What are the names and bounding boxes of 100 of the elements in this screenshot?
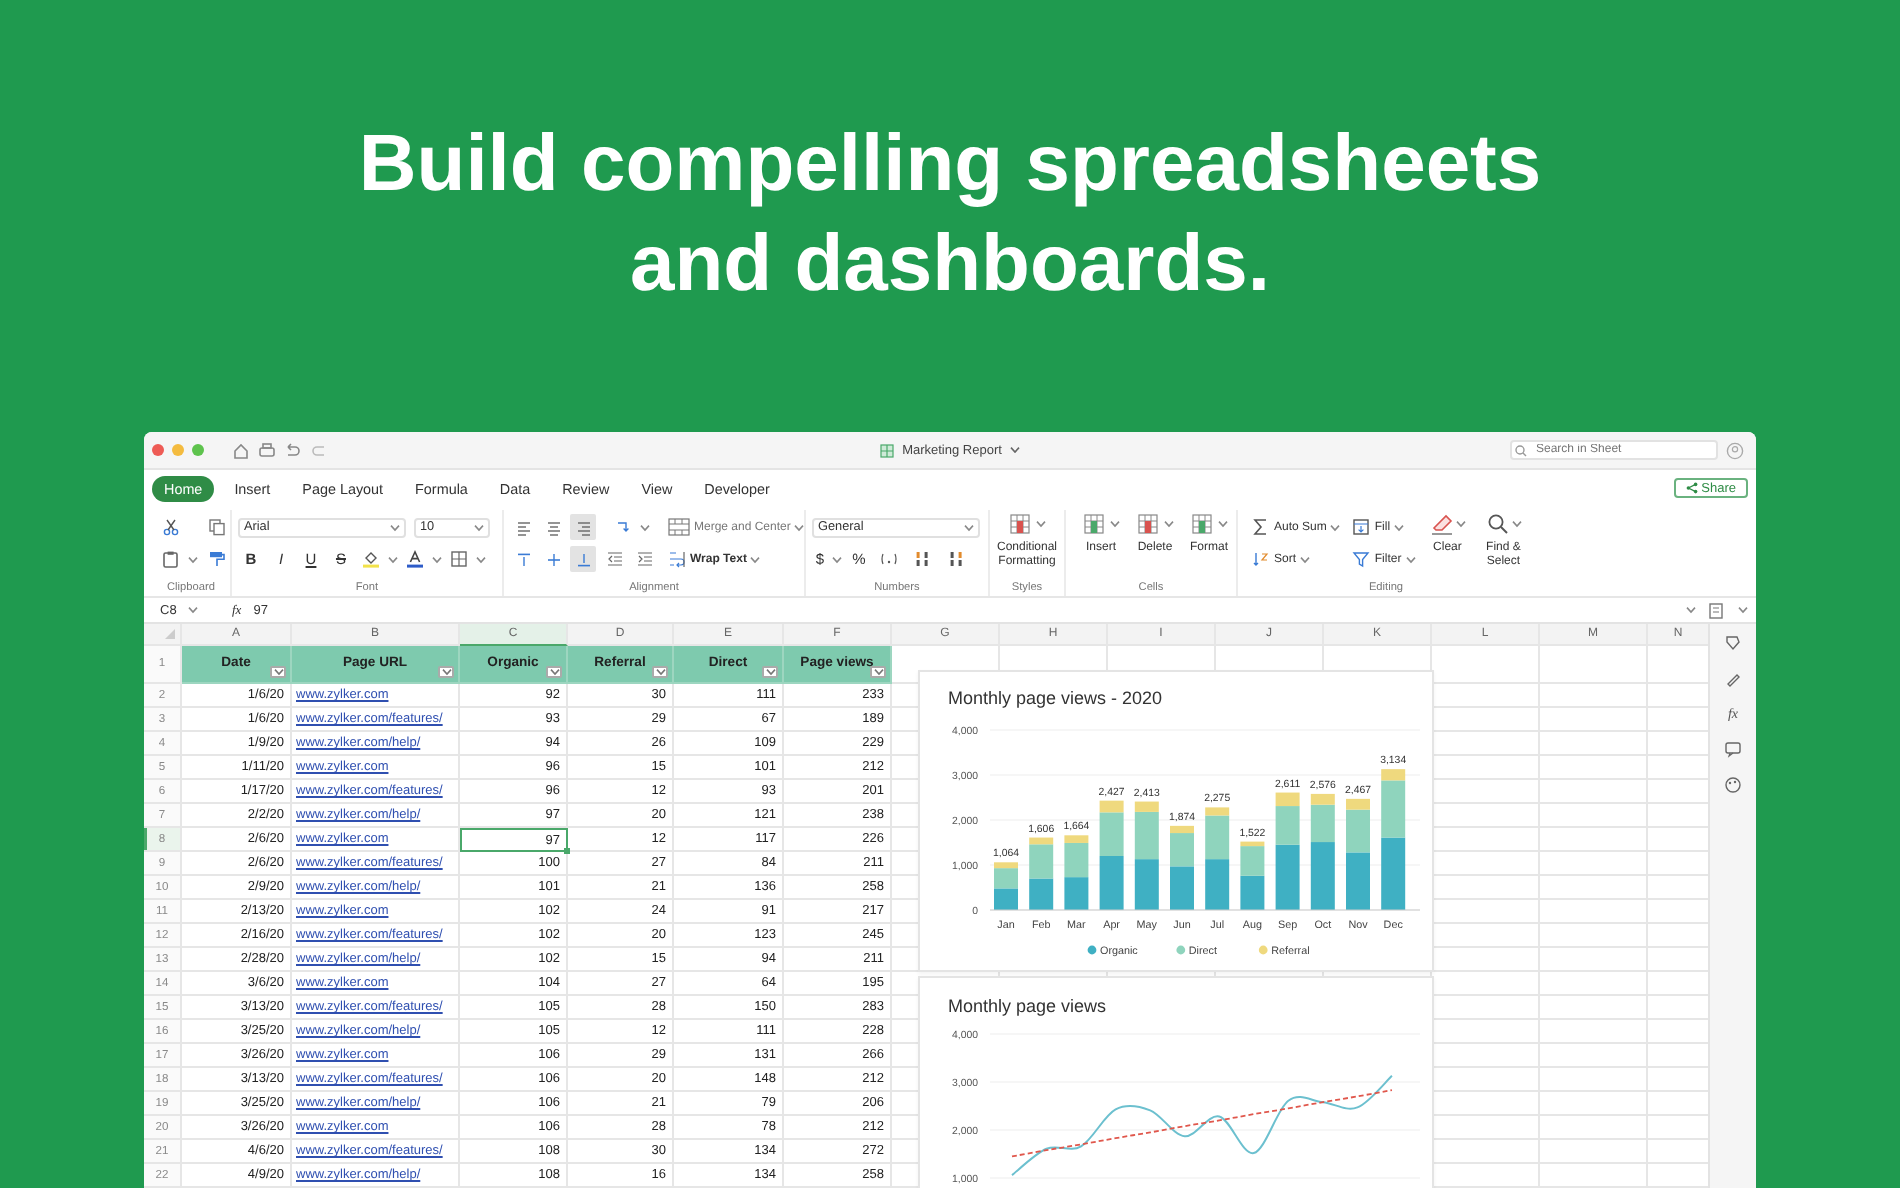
caret-icon[interactable] [1109, 520, 1119, 528]
chart-title: Monthly page views [948, 996, 1107, 1016]
align-bottom-button[interactable] [570, 546, 596, 572]
caret-icon[interactable] [964, 523, 974, 531]
empty-cell[interactable] [1540, 876, 1648, 900]
empty-cell[interactable] [1540, 780, 1648, 804]
chart-bar [1064, 877, 1089, 910]
format-painter-icon [208, 550, 226, 568]
empty-cell[interactable] [1540, 828, 1648, 852]
filter-button[interactable] [438, 666, 454, 678]
align-bottom-icon [575, 551, 591, 567]
empty-cell[interactable] [1540, 852, 1648, 876]
caret-icon[interactable] [474, 523, 484, 531]
empty-cell[interactable] [1540, 924, 1648, 948]
eraser-icon [1429, 512, 1454, 536]
paint-brush-icon[interactable] [1724, 670, 1743, 688]
caret-icon[interactable] [1163, 520, 1173, 528]
sheet-options-icon[interactable] [1708, 601, 1726, 619]
empty-cell[interactable] [1540, 948, 1648, 972]
caret-icon[interactable] [1035, 520, 1045, 528]
empty-cell[interactable] [1540, 1020, 1648, 1044]
filter-button[interactable] [762, 666, 778, 678]
chart-title: Monthly page views - 2020 [948, 688, 1163, 708]
empty-cell[interactable] [1540, 1068, 1648, 1092]
align-right-icon [575, 519, 591, 535]
select-all-icon[interactable] [164, 628, 176, 640]
empty-cell[interactable] [1540, 1092, 1648, 1116]
filter-button[interactable] [546, 666, 562, 678]
redo-icon[interactable] [310, 441, 328, 459]
fill-handle[interactable] [564, 848, 570, 854]
minimize-button[interactable] [172, 444, 184, 456]
copy-button[interactable] [204, 514, 230, 540]
undo-icon[interactable] [284, 441, 302, 459]
caret-icon[interactable] [794, 523, 805, 531]
empty-cell[interactable] [1540, 972, 1648, 996]
decrease-indent-icon [606, 550, 624, 568]
caret-icon[interactable] [388, 555, 398, 563]
rotate-arrow-icon [614, 518, 632, 536]
caret-icon[interactable] [390, 523, 400, 531]
filter-button[interactable] [270, 666, 286, 678]
caret-icon[interactable] [750, 555, 761, 563]
increase-indent-icon [636, 550, 654, 568]
caret-icon[interactable] [1455, 520, 1466, 528]
user-icon[interactable] [1726, 441, 1744, 459]
caret-icon[interactable] [1686, 606, 1696, 614]
caret-icon[interactable] [1217, 520, 1227, 528]
caret-icon[interactable] [1738, 606, 1748, 614]
caret-icon[interactable] [832, 555, 842, 563]
paste-button[interactable] [158, 546, 184, 572]
legend-marker [1087, 945, 1097, 955]
chart-bar [1170, 866, 1194, 910]
font-color-icon [406, 550, 424, 568]
empty-cell[interactable] [1540, 646, 1648, 684]
caret-icon[interactable] [188, 606, 199, 614]
caret-icon[interactable] [1511, 520, 1522, 528]
maximize-button[interactable] [192, 444, 204, 456]
caret-icon[interactable] [1009, 446, 1020, 454]
empty-cell[interactable] [1540, 1164, 1648, 1188]
caret-icon[interactable] [1330, 523, 1341, 531]
empty-cell[interactable] [1540, 708, 1648, 732]
empty-cell[interactable] [1540, 732, 1648, 756]
empty-cell[interactable] [1540, 756, 1648, 780]
chart-bar [1099, 856, 1124, 910]
caret-icon[interactable] [640, 523, 650, 531]
empty-cell[interactable] [1540, 996, 1648, 1020]
clipboard-icon [162, 550, 180, 568]
empty-cell[interactable] [1540, 1044, 1648, 1068]
align-right-button[interactable] [570, 514, 596, 540]
borders-button[interactable] [446, 546, 472, 572]
caret-icon[interactable] [432, 555, 442, 563]
cut-button[interactable] [158, 514, 184, 540]
filter-button[interactable] [870, 666, 886, 678]
empty-cell[interactable] [1540, 1140, 1648, 1164]
caret-icon[interactable] [188, 555, 198, 563]
sort-icon [1252, 550, 1270, 568]
sigma-icon [1252, 518, 1270, 536]
filter-button[interactable] [652, 666, 668, 678]
caret-icon[interactable] [1405, 555, 1416, 563]
font-color-button[interactable] [402, 546, 428, 572]
empty-cell[interactable] [1540, 804, 1648, 828]
comment-icon[interactable] [1724, 740, 1743, 758]
wrap-text-icon [668, 550, 686, 568]
format-painter-button[interactable] [204, 546, 230, 572]
close-button[interactable] [152, 444, 164, 456]
legend-marker [1176, 945, 1186, 955]
empty-cell[interactable] [1540, 1116, 1648, 1140]
increase-indent-button[interactable] [632, 546, 658, 572]
print-icon[interactable] [258, 441, 276, 459]
chart-bar [1346, 852, 1370, 910]
caret-icon[interactable] [1394, 523, 1405, 531]
cut-icon [162, 518, 180, 536]
empty-cell[interactable] [1540, 900, 1648, 924]
caret-icon[interactable] [1300, 555, 1311, 563]
caret-icon [765, 668, 775, 676]
caret-icon[interactable] [476, 555, 486, 563]
home-icon[interactable] [232, 441, 250, 459]
delete-cells-icon [1137, 513, 1161, 535]
empty-cell[interactable] [1540, 684, 1648, 708]
decrease-indent-button[interactable] [602, 546, 628, 572]
align-top-icon [515, 551, 531, 567]
